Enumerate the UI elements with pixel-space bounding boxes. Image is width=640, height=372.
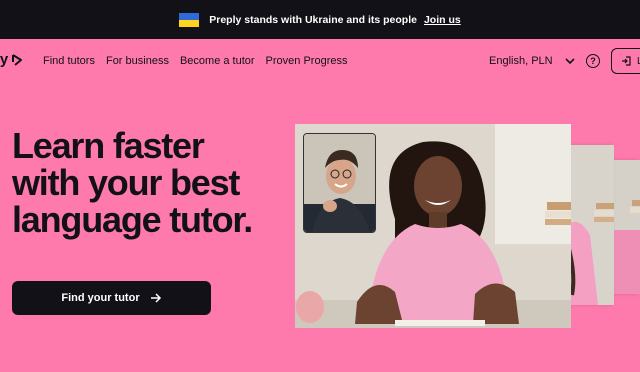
student-video-pip bbox=[303, 133, 376, 233]
nav-proven-progress[interactable]: Proven Progress bbox=[266, 55, 348, 67]
arrow-right-icon bbox=[150, 293, 161, 303]
find-your-tutor-button[interactable]: Find your tutor bbox=[12, 281, 211, 315]
nav-links: Find tutors For business Become a tutor … bbox=[43, 55, 347, 67]
hero-title-line-2: with your best bbox=[12, 162, 240, 203]
ukraine-banner: Preply stands with Ukraine and its peopl… bbox=[0, 0, 640, 39]
preply-logo-icon bbox=[11, 53, 22, 66]
join-us-link[interactable]: Join us bbox=[424, 14, 461, 26]
nav-for-business[interactable]: For business bbox=[106, 55, 169, 67]
language-selector[interactable]: English, PLN bbox=[489, 55, 575, 67]
login-icon bbox=[622, 56, 631, 66]
help-icon[interactable]: ? bbox=[586, 54, 600, 68]
flag-ukraine-icon bbox=[179, 12, 200, 27]
preply-logo[interactable]: ly bbox=[0, 51, 24, 68]
language-label: English, PLN bbox=[489, 55, 553, 67]
lesson-card-middle bbox=[568, 145, 614, 305]
tutor-video-card bbox=[295, 124, 571, 328]
hero-title-line-1: Learn faster bbox=[12, 125, 205, 166]
login-button[interactable]: L bbox=[611, 48, 640, 74]
nav-become-tutor[interactable]: Become a tutor bbox=[180, 55, 255, 67]
hero-title: Learn faster with your best language tut… bbox=[12, 127, 282, 238]
cta-label: Find your tutor bbox=[61, 292, 140, 304]
top-nav: ly Find tutors For business Become a tut… bbox=[0, 39, 640, 85]
logo-text: ly bbox=[0, 51, 8, 68]
banner-message: Preply stands with Ukraine and its peopl… bbox=[209, 13, 417, 26]
lesson-card-back bbox=[612, 160, 640, 294]
chevron-down-icon bbox=[565, 57, 575, 64]
hero-title-line-3: language tutor. bbox=[12, 199, 253, 240]
nav-find-tutors[interactable]: Find tutors bbox=[43, 55, 95, 67]
